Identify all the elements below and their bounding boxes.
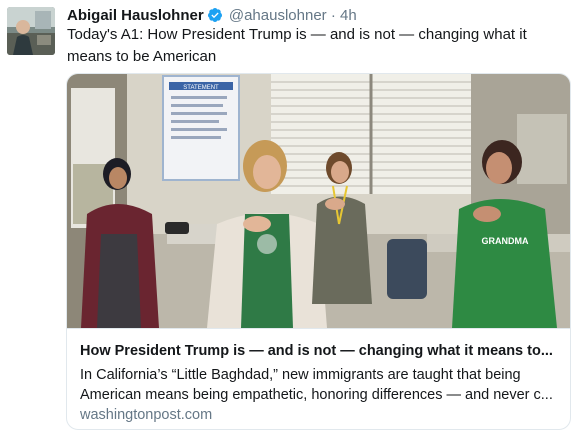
tweet-timestamp[interactable]: 4h: [340, 7, 357, 24]
author-handle[interactable]: @ahauslohner: [229, 7, 327, 24]
shirt-grandma-text: GRANDMA: [482, 236, 529, 246]
card-domain: washingtonpost.com: [80, 407, 213, 423]
separator-dot: ·: [330, 7, 336, 24]
avatar-photo: [7, 7, 55, 55]
link-card[interactable]: STATEMENT GRANDMA How President Trump is…: [66, 73, 571, 430]
card-image[interactable]: STATEMENT GRANDMA: [67, 74, 570, 328]
poster-statement-text: STATEMENT: [183, 85, 219, 91]
author-name[interactable]: Abigail Hauslohner: [67, 7, 204, 24]
card-description: In California’s “Little Baghdad,” new im…: [80, 367, 553, 403]
tweet-text: Today's A1: How President Trump is — and…: [67, 26, 527, 65]
card-photo: STATEMENT GRANDMA: [67, 74, 570, 328]
card-body[interactable]: How President Trump is — and is not — ch…: [67, 328, 570, 429]
avatar[interactable]: [7, 7, 55, 55]
card-title[interactable]: How President Trump is — and is not — ch…: [80, 341, 560, 361]
